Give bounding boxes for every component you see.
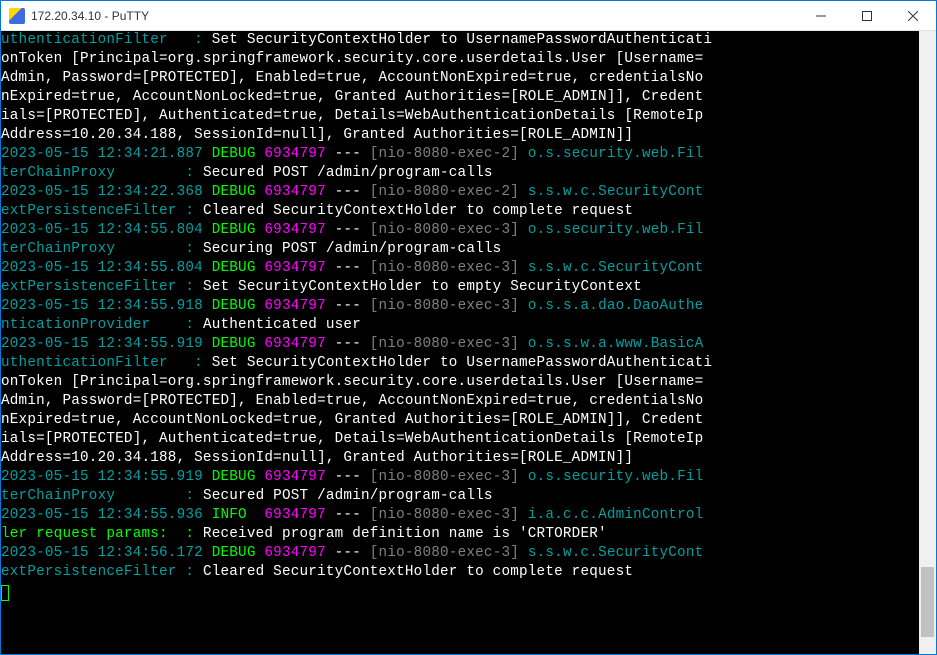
window-title: 172.20.34.10 - PuTTY: [31, 9, 798, 23]
scrollbar[interactable]: [919, 31, 936, 654]
titlebar[interactable]: 172.20.34.10 - PuTTY: [1, 1, 936, 31]
minimize-button[interactable]: [798, 1, 844, 31]
close-button[interactable]: [890, 1, 936, 31]
maximize-button[interactable]: [844, 1, 890, 31]
terminal-output[interactable]: uthenticationFilter : Set SecurityContex…: [1, 31, 919, 654]
window-controls: [798, 1, 936, 31]
terminal-area: uthenticationFilter : Set SecurityContex…: [1, 31, 936, 654]
putty-window: 172.20.34.10 - PuTTY uthenticationFilter…: [0, 0, 937, 655]
putty-icon: [9, 8, 25, 24]
scrollbar-thumb[interactable]: [921, 567, 934, 637]
